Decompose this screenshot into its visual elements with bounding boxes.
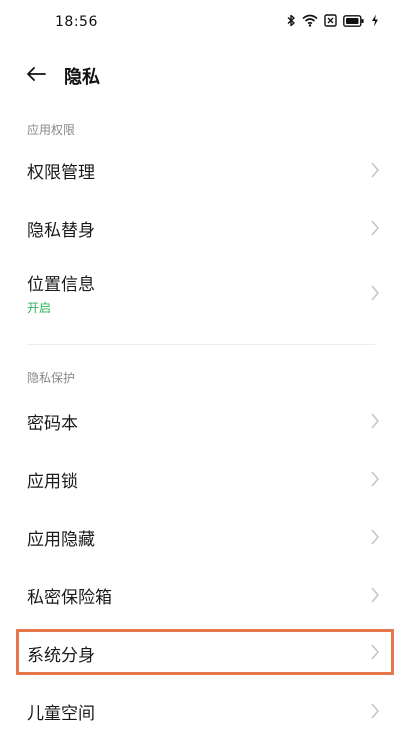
back-button[interactable] <box>18 62 54 90</box>
row-app-hide[interactable]: 应用隐藏 <box>14 513 391 561</box>
row-kids-space[interactable]: 儿童空间 <box>14 687 391 735</box>
chevron-right-icon <box>371 471 379 487</box>
row-label: 应用锁 <box>27 472 78 492</box>
row-label: 隐私替身 <box>27 221 95 241</box>
header: 隐私 <box>0 56 405 96</box>
row-label: 应用隐藏 <box>27 530 95 550</box>
wifi-icon <box>302 14 318 27</box>
row-label: 儿童空间 <box>27 704 95 724</box>
chevron-right-icon <box>371 413 379 429</box>
sim-card-icon <box>324 14 337 27</box>
charging-icon <box>371 14 379 27</box>
row-password-book[interactable]: 密码本 <box>14 397 391 445</box>
highlight-box <box>16 629 394 675</box>
row-private-safe[interactable]: 私密保险箱 <box>14 571 391 619</box>
bluetooth-icon <box>286 14 296 27</box>
section-label-privacy-protection: 隐私保护 <box>27 371 76 385</box>
chevron-right-icon <box>371 703 379 719</box>
section-divider <box>27 344 375 345</box>
chevron-right-icon <box>371 587 379 603</box>
battery-icon <box>343 14 365 27</box>
chevron-right-icon <box>371 220 379 236</box>
chevron-right-icon <box>371 529 379 545</box>
location-status: 开启 <box>27 301 52 315</box>
chevron-right-icon <box>371 162 379 178</box>
status-icons <box>286 14 379 27</box>
row-label: 权限管理 <box>27 163 95 183</box>
row-label: 位置信息 <box>27 275 95 295</box>
status-bar: 18:56 <box>0 0 405 44</box>
page-title: 隐私 <box>64 67 100 88</box>
row-app-lock[interactable]: 应用锁 <box>14 455 391 503</box>
section-label-app-permissions: 应用权限 <box>27 123 76 137</box>
status-time: 18:56 <box>55 14 98 30</box>
row-location-info[interactable]: 位置信息 开启 <box>14 262 391 322</box>
row-label: 密码本 <box>27 414 78 434</box>
row-privacy-replacement[interactable]: 隐私替身 <box>14 204 391 252</box>
row-label: 私密保险箱 <box>27 588 112 608</box>
chevron-right-icon <box>371 285 379 301</box>
back-arrow-icon <box>26 66 46 86</box>
row-permission-management[interactable]: 权限管理 <box>14 146 391 194</box>
